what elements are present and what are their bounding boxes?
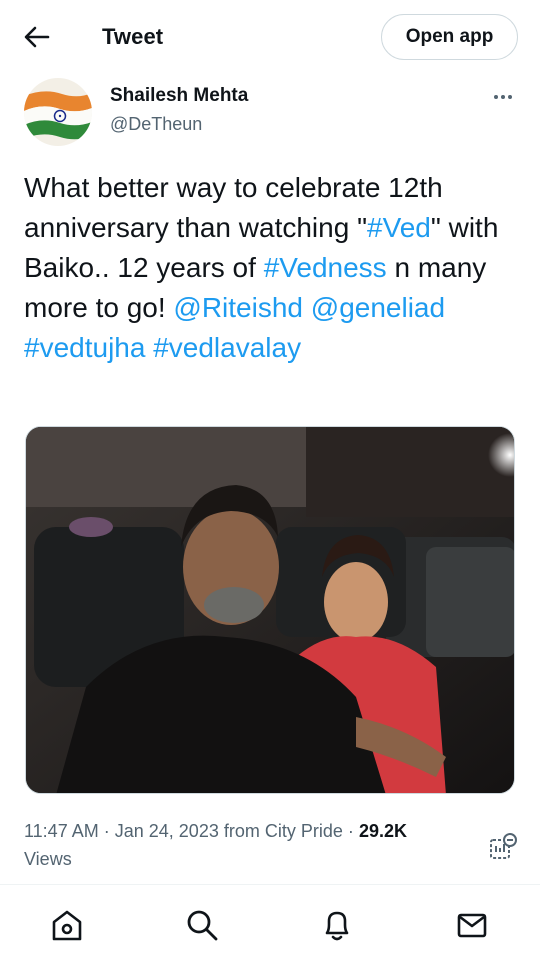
hashtag-link[interactable]: #vedtujha [24, 332, 145, 363]
views-count: 29.2K [358, 821, 407, 841]
views-label: Views [24, 849, 72, 869]
indian-flag-avatar-icon [24, 78, 92, 146]
tweet-meta: 11:47 AM · Jan 24, 2023 from City Pride … [24, 817, 484, 873]
top-bar: Tweet Open app [0, 0, 540, 76]
more-dot-icon [501, 95, 505, 99]
tweet-text: What better way to celebrate 12th annive… [24, 168, 524, 368]
analytics-icon [490, 833, 517, 859]
messages-envelope-icon [457, 913, 487, 938]
nav-notifications[interactable] [317, 905, 357, 945]
hashtag-link[interactable]: #Vedness [264, 252, 387, 283]
notifications-bell-icon [325, 911, 349, 941]
arrow-left-icon [24, 26, 50, 48]
cinema-selfie-image [26, 427, 514, 793]
page-title: Tweet [102, 24, 164, 49]
tweet-text-segment [303, 292, 311, 323]
more-dot-icon [508, 95, 512, 99]
tweet-time: 11:47 AM [24, 821, 99, 841]
author-handle[interactable]: @DeTheun [110, 114, 202, 135]
tweet-photo[interactable] [25, 426, 515, 794]
author-name[interactable]: Shailesh Mehta [110, 85, 248, 107]
avatar[interactable] [24, 78, 92, 146]
mention-link[interactable]: @geneliad [311, 292, 445, 323]
back-button[interactable] [20, 22, 54, 52]
open-app-button[interactable]: Open app [381, 14, 518, 60]
nav-search[interactable] [182, 905, 222, 945]
nav-home[interactable] [47, 905, 87, 945]
more-options-button[interactable] [486, 86, 520, 108]
from-label: from [223, 821, 260, 841]
bottom-nav [0, 885, 540, 960]
tweet-date[interactable]: Jan 24, 2023 [115, 821, 219, 841]
analytics-button[interactable] [488, 832, 518, 862]
meta-separator: · [347, 821, 354, 841]
hashtag-link[interactable]: #Ved [367, 212, 431, 243]
mention-link[interactable]: @Riteishd [173, 292, 303, 323]
more-dot-icon [494, 95, 498, 99]
hashtag-link[interactable]: #vedlavalay [153, 332, 301, 363]
tweet-source[interactable]: City Pride [265, 821, 343, 841]
nav-messages[interactable] [452, 905, 492, 945]
home-icon [52, 910, 82, 941]
search-icon [187, 910, 218, 941]
meta-separator: · [103, 821, 110, 841]
